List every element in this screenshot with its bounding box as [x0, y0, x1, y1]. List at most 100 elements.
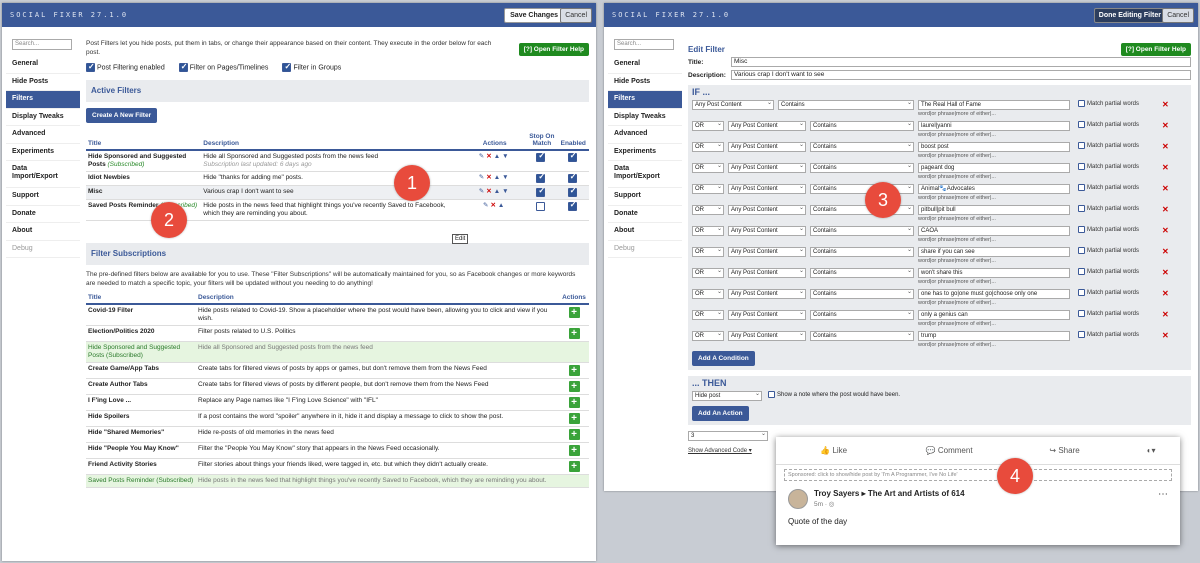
remove-condition-icon[interactable]: ✕ — [1162, 289, 1169, 298]
condition-compare-select[interactable]: Contains — [810, 141, 914, 152]
sidebar-item-advanced[interactable]: Advanced — [6, 126, 80, 144]
sidebar-item-debug[interactable]: Debug — [6, 241, 80, 258]
condition-operator-select[interactable]: OR — [692, 246, 724, 257]
sponsored-toggle[interactable]: Sponsored: click to show/hide post by 'I… — [784, 469, 1172, 481]
enabled-checkbox[interactable] — [567, 152, 577, 162]
condition-operator-select[interactable]: OR — [692, 225, 724, 236]
add-subscription-icon[interactable]: + — [568, 397, 580, 409]
sidebar-item-debug[interactable]: Debug — [608, 241, 682, 258]
remove-condition-icon[interactable]: ✕ — [1162, 184, 1169, 193]
checkbox-icon[interactable] — [1078, 142, 1085, 149]
move-down-icon[interactable]: ▼ — [502, 174, 510, 181]
condition-value-input[interactable]: only a genius can — [918, 310, 1070, 320]
match-partial-option[interactable]: Match partial words — [1078, 184, 1139, 191]
post-filtering-enabled-option[interactable]: Post Filtering enabled — [86, 62, 165, 72]
condition-value-input[interactable]: Animal🐾Advocates — [918, 184, 1070, 194]
show-advanced-link[interactable]: Show Advanced Code ▾ — [688, 447, 752, 454]
condition-field-select[interactable]: Any Post Content — [728, 204, 806, 215]
sidebar-item-data-import-export[interactable]: Data Import/Export — [6, 161, 80, 188]
checkbox-icon[interactable] — [1078, 205, 1085, 212]
checkbox-icon[interactable] — [1078, 163, 1085, 170]
condition-value-input[interactable]: one has to go|one must go|choose only on… — [918, 289, 1070, 299]
checkbox-icon[interactable] — [1078, 121, 1085, 128]
add-condition-button[interactable]: Add A Condition — [692, 351, 755, 366]
checkbox-icon[interactable] — [1078, 184, 1085, 191]
remove-condition-icon[interactable]: ✕ — [1162, 226, 1169, 235]
number-input[interactable]: 3 — [688, 430, 768, 441]
sidebar-item-experiments[interactable]: Experiments — [608, 144, 682, 161]
sidebar-item-filters[interactable]: Filters — [608, 91, 682, 109]
match-partial-option[interactable]: Match partial words — [1078, 121, 1139, 128]
condition-field-select[interactable]: Any Post Content — [728, 120, 806, 131]
action-select[interactable]: Hide post — [692, 390, 762, 401]
enabled-checkbox[interactable] — [567, 173, 577, 183]
remove-condition-icon[interactable]: ✕ — [1162, 331, 1169, 340]
audience-selector[interactable]: ◐▾ — [1122, 446, 1180, 455]
sidebar-item-display-tweaks[interactable]: Display Tweaks — [6, 109, 80, 126]
more-options-icon[interactable]: ⋯ — [1158, 489, 1168, 500]
open-filter-help-button[interactable]: [?] Open Filter Help — [518, 43, 589, 56]
remove-condition-icon[interactable]: ✕ — [1162, 247, 1169, 256]
move-up-icon[interactable]: ▲ — [494, 188, 502, 195]
poster-name[interactable]: Troy Sayers ▸ The Art and Artists of 614 — [814, 489, 965, 498]
add-subscription-icon[interactable]: + — [568, 461, 580, 473]
remove-condition-icon[interactable]: ✕ — [1162, 268, 1169, 277]
stop-on-match-checkbox[interactable] — [536, 187, 546, 198]
stop-on-match-checkbox[interactable] — [536, 173, 546, 183]
add-subscription-icon[interactable]: + — [568, 307, 580, 319]
sidebar-item-about[interactable]: About — [608, 223, 682, 241]
match-partial-option[interactable]: Match partial words — [1078, 100, 1139, 107]
sidebar-item-experiments[interactable]: Experiments — [6, 144, 80, 161]
condition-field-select[interactable]: Any Post Content — [728, 225, 806, 236]
condition-operator-select[interactable]: OR — [692, 330, 724, 341]
add-subscription-icon[interactable]: + — [568, 328, 580, 340]
checkbox-icon[interactable] — [1078, 268, 1085, 275]
sidebar-item-general[interactable]: General — [6, 56, 80, 74]
create-filter-button[interactable]: Create A New Filter — [86, 108, 158, 123]
checkbox-icon[interactable] — [768, 391, 775, 398]
remove-condition-icon[interactable]: ✕ — [1162, 121, 1169, 130]
condition-value-input[interactable]: pitbull|pit bull — [918, 205, 1070, 215]
match-partial-option[interactable]: Match partial words — [1078, 289, 1139, 296]
condition-field-select[interactable]: Any Post Content — [692, 99, 774, 110]
move-up-icon[interactable]: ▲ — [494, 153, 502, 160]
enabled-checkbox[interactable] — [567, 187, 577, 198]
condition-operator-select[interactable]: OR — [692, 120, 724, 131]
condition-compare-select[interactable]: Contains — [810, 288, 914, 299]
condition-field-select[interactable]: Any Post Content — [728, 183, 806, 194]
match-partial-option[interactable]: Match partial words — [1078, 247, 1139, 254]
condition-value-input[interactable]: CAOA — [918, 226, 1070, 236]
remove-condition-icon[interactable]: ✕ — [1162, 142, 1169, 151]
condition-field-select[interactable]: Any Post Content — [728, 309, 806, 320]
condition-value-input[interactable]: The Real Hall of Fame — [918, 100, 1070, 110]
sidebar-item-display-tweaks[interactable]: Display Tweaks — [608, 109, 682, 126]
condition-compare-select[interactable]: Contains — [810, 267, 914, 278]
delete-icon[interactable]: ✕ — [486, 188, 493, 195]
sidebar-item-support[interactable]: Support — [608, 188, 682, 206]
condition-field-select[interactable]: Any Post Content — [728, 330, 806, 341]
condition-field-select[interactable]: Any Post Content — [728, 246, 806, 257]
sidebar-item-hide-posts[interactable]: Hide Posts — [6, 74, 80, 91]
match-partial-option[interactable]: Match partial words — [1078, 163, 1139, 170]
condition-value-input[interactable]: boost post — [918, 142, 1070, 152]
cancel-button[interactable]: Cancel — [1162, 8, 1194, 23]
sidebar-item-support[interactable]: Support — [6, 188, 80, 206]
condition-value-input[interactable]: share if you can see — [918, 247, 1070, 257]
filter-groups-option[interactable]: Filter in Groups — [282, 62, 341, 72]
description-input[interactable]: Various crap I don't want to see — [731, 70, 1191, 80]
remove-condition-icon[interactable]: ✕ — [1162, 310, 1169, 319]
condition-value-input[interactable]: laurel|yanni — [918, 121, 1070, 131]
move-down-icon[interactable]: ▼ — [502, 188, 510, 195]
add-subscription-icon[interactable]: + — [568, 413, 580, 425]
remove-condition-icon[interactable]: ✕ — [1162, 100, 1169, 109]
search-input[interactable]: Search... — [12, 39, 72, 50]
condition-field-select[interactable]: Any Post Content — [728, 141, 806, 152]
condition-value-input[interactable]: pageant dog — [918, 163, 1070, 173]
match-partial-option[interactable]: Match partial words — [1078, 205, 1139, 212]
sidebar-item-donate[interactable]: Donate — [608, 206, 682, 223]
add-subscription-icon[interactable]: + — [568, 445, 580, 457]
sidebar-item-advanced[interactable]: Advanced — [608, 126, 682, 144]
checkbox-icon[interactable] — [1078, 289, 1085, 296]
condition-operator-select[interactable]: OR — [692, 141, 724, 152]
cancel-button[interactable]: Cancel — [560, 8, 592, 23]
